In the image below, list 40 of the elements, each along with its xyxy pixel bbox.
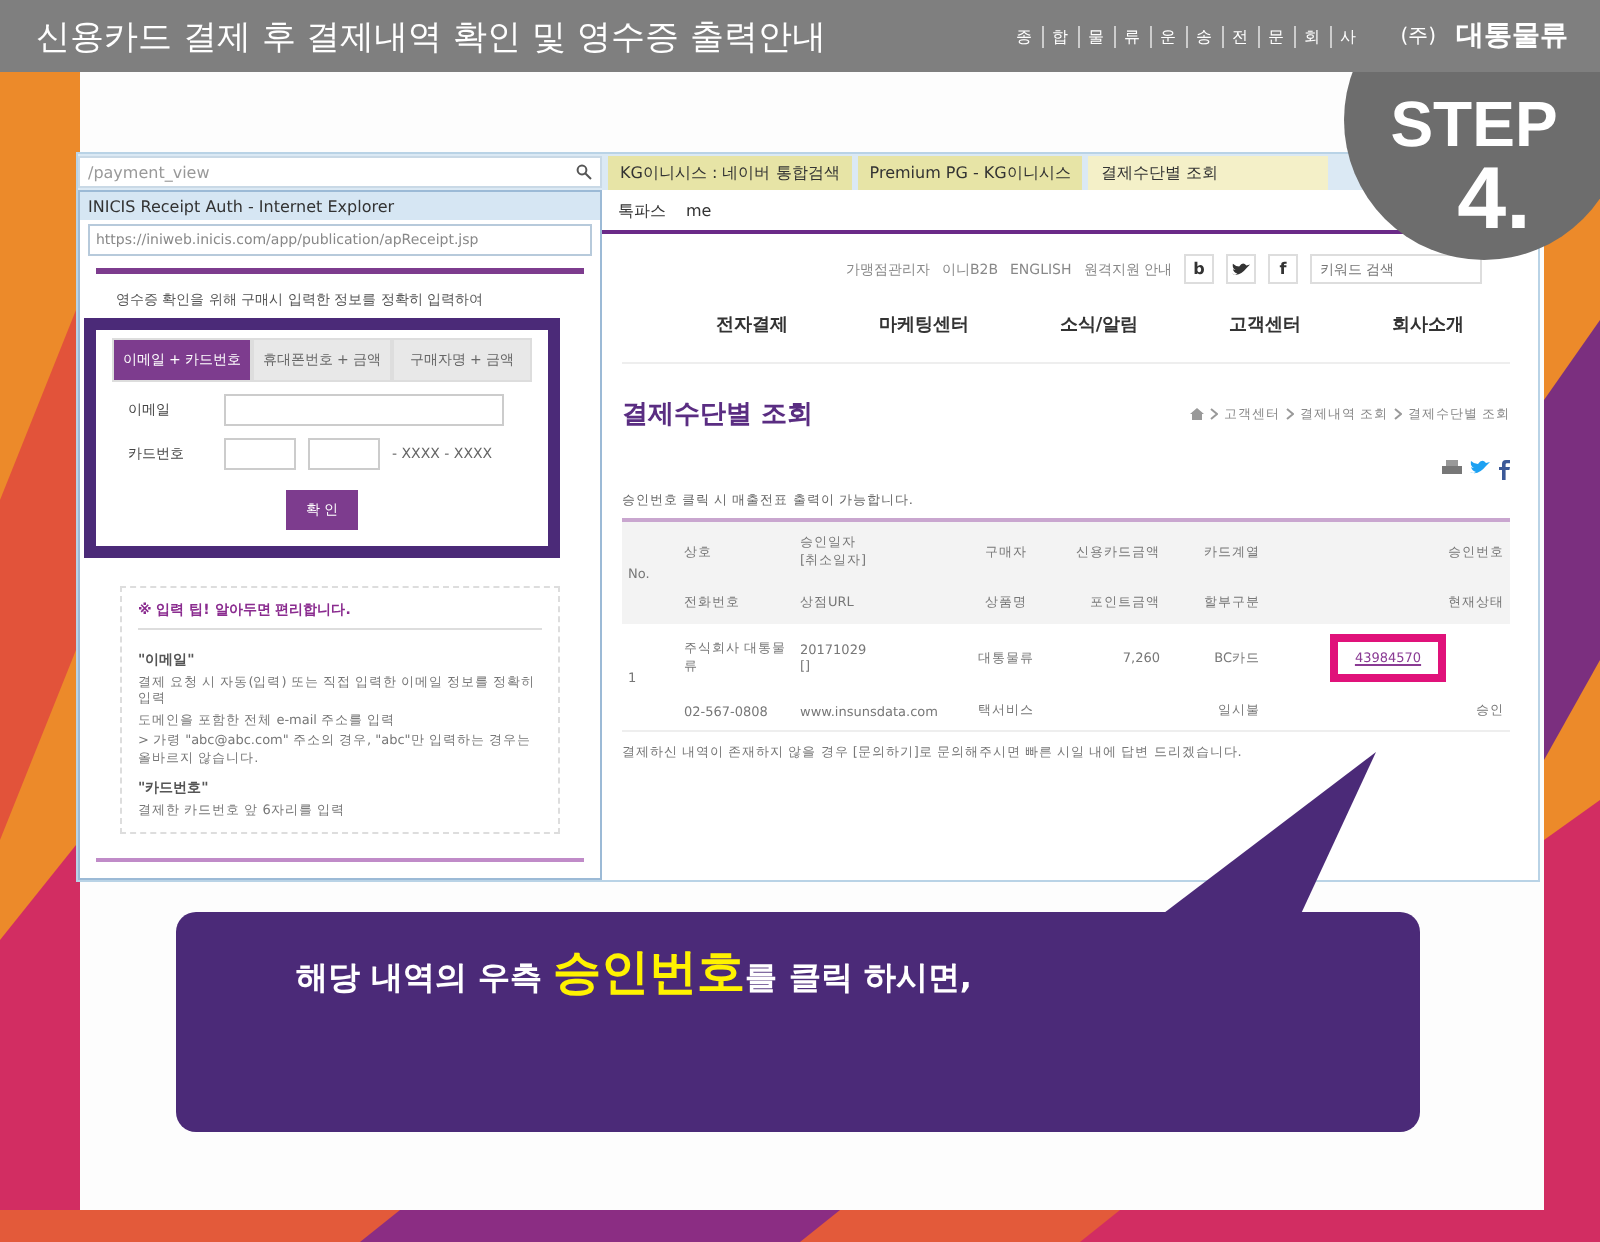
card-field[interactable]: [308, 438, 380, 470]
chevron-icon: [1393, 408, 1402, 420]
tagline-letter: 문: [1258, 25, 1289, 47]
tagline-letter: 회: [1294, 25, 1325, 47]
section-title: 결제수단별 조회: [622, 398, 814, 432]
email-field[interactable]: [224, 394, 504, 426]
twitter-icon[interactable]: [1226, 254, 1256, 284]
nav-item[interactable]: 소식/알림: [1059, 312, 1139, 338]
tagline-letter: 종: [1014, 25, 1035, 47]
home-icon[interactable]: [1189, 408, 1204, 420]
facebook-link[interactable]: f: [1268, 254, 1298, 284]
nav-item[interactable]: 고객센터: [1229, 312, 1302, 338]
search-icon[interactable]: [576, 164, 592, 180]
tagline-letter: 송: [1186, 25, 1217, 47]
tagline-letter: 운: [1150, 25, 1181, 47]
nav-item[interactable]: 마케팅센터: [878, 312, 969, 338]
nav-item[interactable]: 전자결제: [715, 312, 788, 338]
tagline-letter: 물: [1078, 25, 1109, 47]
chevron-icon: [1209, 408, 1218, 420]
tagline-letter: 전: [1222, 25, 1253, 47]
browser-tab[interactable]: 결제수단별 조회: [1088, 155, 1329, 189]
browser-tab[interactable]: KG이니시스 : 네이버 통합검색: [608, 155, 852, 189]
chevron-icon: [1285, 408, 1294, 420]
nav-item[interactable]: 회사소개: [1392, 312, 1465, 338]
tagline-letter: 류: [1114, 25, 1145, 47]
bookmark-link[interactable]: 톡파스: [618, 199, 666, 221]
popup-title: INICIS Receipt Auth - Internet Explorer: [80, 192, 600, 220]
step-label: STEP: [1390, 92, 1558, 156]
blog-link[interactable]: b: [1184, 254, 1214, 284]
print-icon[interactable]: [1442, 460, 1462, 478]
tagline-letter: 합: [1042, 25, 1073, 47]
company-prefix: (주): [1400, 24, 1436, 50]
company-name: 대통물류: [1456, 18, 1568, 54]
bookmark-link[interactable]: me: [686, 201, 712, 219]
facebook-icon[interactable]: [1498, 460, 1510, 480]
tagline-letter: 사: [1330, 25, 1361, 47]
page-title: 신용카드 결제 후 결제내역 확인 및 영수증 출력안내: [36, 15, 828, 59]
card-field[interactable]: [224, 438, 296, 470]
browser-tab[interactable]: Premium PG - KG이니시스: [857, 155, 1083, 189]
step-number: 4.: [1457, 156, 1531, 244]
